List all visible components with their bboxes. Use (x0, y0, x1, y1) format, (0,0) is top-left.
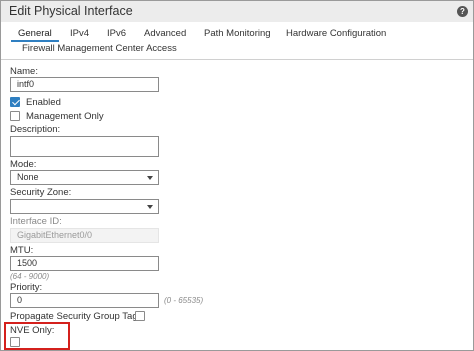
mode-value: None (17, 172, 39, 182)
tab-ipv4[interactable]: IPv4 (70, 28, 89, 39)
security-zone-select[interactable] (10, 199, 159, 214)
mode-select[interactable]: None (10, 170, 159, 185)
chevron-down-icon (147, 205, 153, 209)
security-zone-label: Security Zone: (10, 187, 72, 198)
dialog-title: Edit Physical Interface (9, 4, 133, 18)
management-only-label: Management Only (26, 111, 104, 122)
tab-hardware-configuration[interactable]: Hardware Configuration (286, 28, 386, 39)
chevron-down-icon (147, 176, 153, 180)
active-tab-indicator (11, 40, 59, 42)
description-textarea[interactable] (10, 136, 159, 157)
tab-path-monitoring[interactable]: Path Monitoring (204, 28, 271, 39)
tab-bar: General IPv4 IPv6 Advanced Path Monitori… (1, 22, 473, 60)
mtu-input[interactable]: 1500 (10, 256, 159, 271)
name-label: Name: (10, 66, 38, 77)
name-input[interactable]: intf0 (10, 77, 159, 92)
priority-range-hint: (0 - 65535) (164, 296, 204, 305)
interface-id-label: Interface ID: (10, 216, 62, 227)
enabled-label: Enabled (26, 97, 61, 108)
priority-label: Priority: (10, 282, 43, 293)
priority-input[interactable]: 0 (10, 293, 159, 308)
enabled-checkbox[interactable] (10, 97, 20, 107)
propagate-sgt-checkbox[interactable] (135, 311, 145, 321)
mtu-range-hint: (64 - 9000) (10, 272, 50, 281)
interface-id-input: GigabitEthernet0/0 (10, 228, 159, 243)
help-icon[interactable]: ? (457, 6, 468, 17)
description-label: Description: (10, 124, 61, 135)
mtu-label: MTU: (10, 245, 34, 256)
tab-firewall-management-center-access[interactable]: Firewall Management Center Access (22, 43, 177, 54)
nve-only-highlight-box (4, 322, 70, 350)
tab-general[interactable]: General (18, 28, 52, 39)
propagate-sgt-label: Propagate Security Group Tag: (10, 311, 141, 322)
tab-ipv6[interactable]: IPv6 (107, 28, 126, 39)
tab-advanced[interactable]: Advanced (144, 28, 186, 39)
management-only-checkbox[interactable] (10, 111, 20, 121)
dialog-titlebar: Edit Physical Interface ? (1, 1, 473, 22)
mode-label: Mode: (10, 159, 37, 170)
